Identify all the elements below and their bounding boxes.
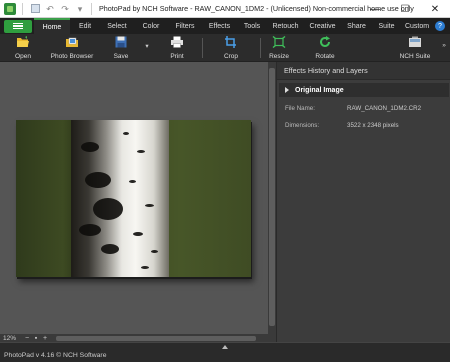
dimensions-value: 3522 x 2348 pixels <box>347 122 399 129</box>
print-label: Print <box>170 53 184 60</box>
resize-icon <box>272 35 286 49</box>
tab-select[interactable]: Select <box>100 18 134 34</box>
save-label: Save <box>113 53 129 60</box>
caret-right-icon <box>285 87 289 93</box>
zoom-in-button[interactable]: + <box>42 335 48 342</box>
status-bar: PhotoPad v 4.16 © NCH Software <box>0 342 450 362</box>
resize-label: Resize <box>269 53 289 60</box>
file-name-value: RAW_CANON_1DM2.CR2 <box>347 105 422 112</box>
open-icon <box>16 36 30 48</box>
panel-expand-icon[interactable] <box>222 345 228 349</box>
title-bar: ↶ ↷ ▾ PhotoPad by NCH Software - RAW_CAN… <box>0 0 450 18</box>
nch-suite-icon <box>408 36 422 48</box>
nch-suite-label: NCH Suite <box>399 53 431 60</box>
effects-history-panel: Effects History and Layers Original Imag… <box>276 62 450 342</box>
rotate-icon <box>318 36 332 48</box>
tab-tools[interactable]: Tools <box>237 18 267 34</box>
vertical-scrollbar[interactable] <box>268 62 276 334</box>
photo-browser-label: Photo Browser <box>50 53 94 60</box>
tab-edit[interactable]: Edit <box>70 18 100 34</box>
tab-home[interactable]: Home <box>34 18 70 34</box>
photo-browser-icon <box>65 36 79 48</box>
rotate-label: Rotate <box>315 53 335 60</box>
tab-creative[interactable]: Creative <box>304 18 341 34</box>
close-button[interactable]: ✕ <box>420 0 450 18</box>
save-dropdown-button[interactable]: ▾ <box>143 36 151 60</box>
photo-browser-button[interactable]: Photo Browser <box>50 36 94 60</box>
redo-icon[interactable]: ↷ <box>60 4 70 14</box>
section-title: Original Image <box>295 86 344 94</box>
file-name-label: File Name: <box>285 105 315 112</box>
crop-icon <box>224 36 238 48</box>
toolbar-divider <box>202 38 203 58</box>
minimize-button[interactable]: — <box>360 0 390 18</box>
toolbar-overflow-button[interactable]: » <box>440 36 448 60</box>
tree-trunk <box>71 120 169 277</box>
tab-custom[interactable]: Custom <box>401 18 433 34</box>
horizontal-scroll-thumb[interactable] <box>56 335 256 341</box>
app-icon <box>4 2 16 15</box>
horizontal-scrollbar[interactable]: 12% − ▪ + <box>0 334 276 342</box>
status-text: PhotoPad v 4.16 © NCH Software <box>4 352 107 359</box>
menu-bar: Home Edit Select Color Filters Effects T… <box>0 18 450 34</box>
print-button[interactable]: Print <box>166 36 188 60</box>
nch-suite-button[interactable]: NCH Suite <box>398 36 432 60</box>
toolbar-divider <box>260 38 261 58</box>
tab-suite[interactable]: Suite <box>372 18 401 34</box>
tab-share[interactable]: Share <box>341 18 372 34</box>
photo <box>16 120 251 277</box>
divider <box>91 2 92 15</box>
quick-access-dropdown-icon[interactable]: ▾ <box>75 4 85 14</box>
save-button[interactable]: Save <box>110 36 132 60</box>
zoom-out-button[interactable]: − <box>24 335 30 342</box>
menu-icon[interactable] <box>4 19 32 33</box>
save-icon <box>114 36 128 48</box>
resize-button[interactable]: Resize <box>268 35 290 60</box>
help-icon[interactable]: ? <box>435 21 445 31</box>
zoom-level: 12% <box>3 334 17 342</box>
save-icon[interactable] <box>31 4 40 13</box>
image-canvas[interactable] <box>0 62 268 334</box>
toolbar: Open Photo Browser Save ▾ Print Crop Res… <box>0 34 450 62</box>
double-chevron-right-icon: » <box>442 42 446 49</box>
chevron-down-icon: ▾ <box>145 43 149 50</box>
tab-filters[interactable]: Filters <box>168 18 202 34</box>
open-label: Open <box>15 53 31 60</box>
tab-effects[interactable]: Effects <box>202 18 237 34</box>
tab-color[interactable]: Color <box>134 18 168 34</box>
panel-title: Effects History and Layers <box>277 62 450 80</box>
original-image-section[interactable]: Original Image <box>279 83 449 97</box>
undo-icon[interactable]: ↶ <box>45 4 55 14</box>
tab-retouch[interactable]: Retouch <box>267 18 304 34</box>
maximize-button[interactable]: ☐ <box>390 0 420 18</box>
crop-label: Crop <box>223 53 239 60</box>
divider <box>22 2 23 15</box>
dimensions-label: Dimensions: <box>285 122 320 129</box>
crop-button[interactable]: Crop <box>220 36 242 60</box>
print-icon <box>170 36 184 48</box>
rotate-button[interactable]: Rotate <box>313 36 337 60</box>
zoom-fit-button[interactable]: ▪ <box>33 335 39 342</box>
open-button[interactable]: Open <box>12 36 34 60</box>
